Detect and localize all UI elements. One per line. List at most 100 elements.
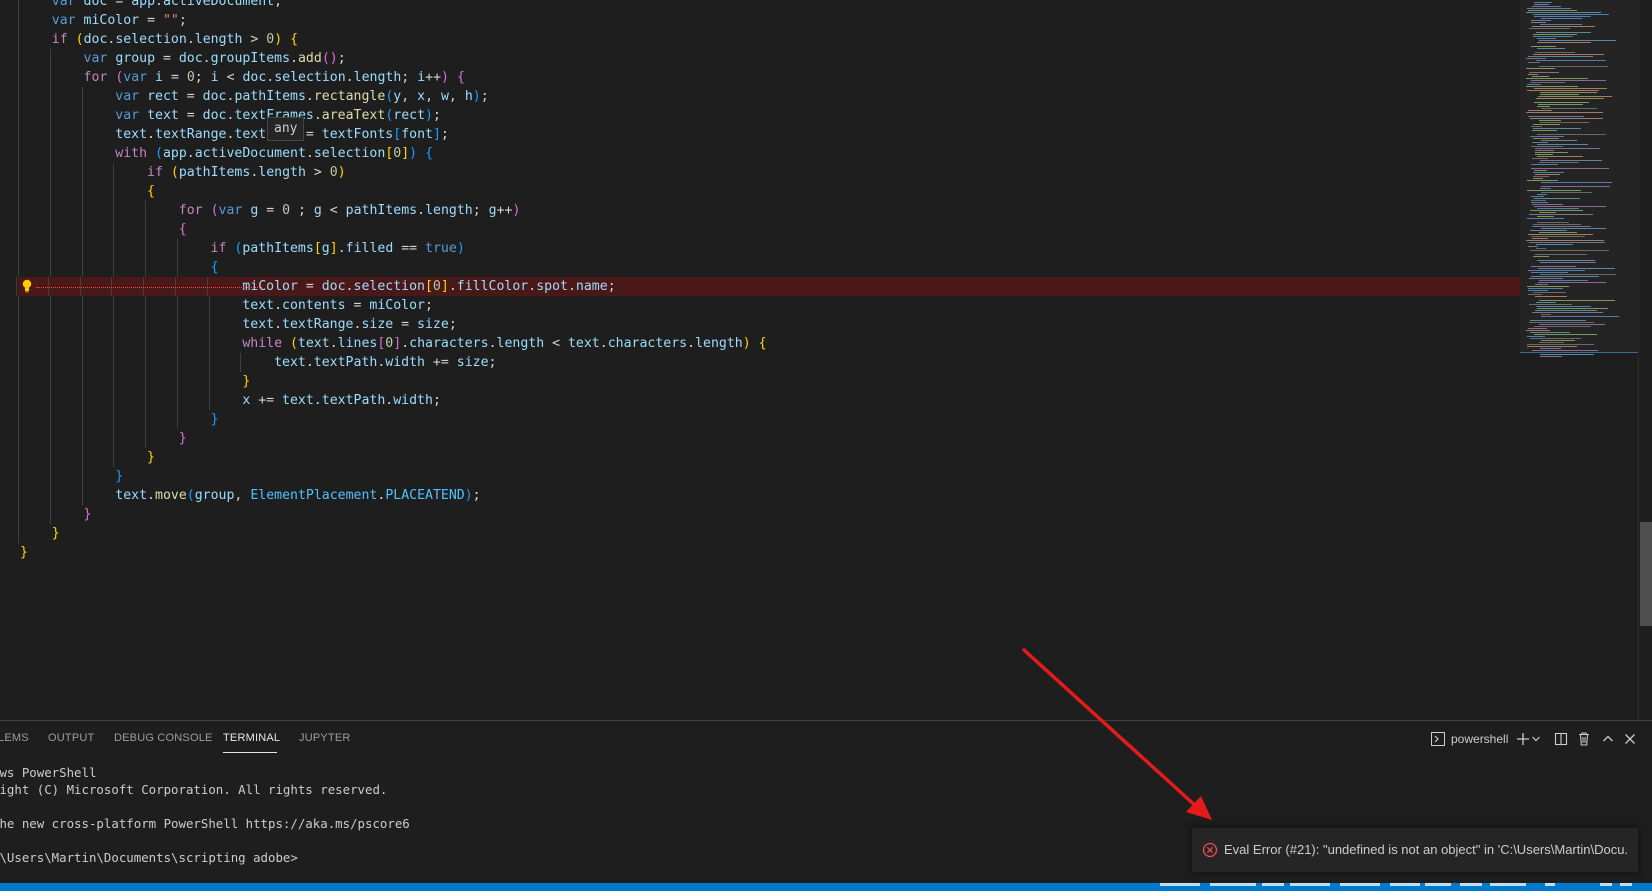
code-line[interactable]: if (pathItems[g].filled == true) [18,239,1520,258]
code-line[interactable]: var text = doc.textFrames.areaText(rect)… [18,106,1520,125]
code-line[interactable]: if (doc.selection.length > 0) { [18,30,1520,49]
code-line[interactable]: { [18,220,1520,239]
code-text: } [210,412,219,427]
code-text: var group = doc.groupItems.add(); [83,51,346,66]
status-item[interactable] [1460,883,1482,886]
status-item[interactable] [1600,883,1612,886]
lightbulb-icon[interactable] [22,279,32,293]
terminal-output[interactable]: ows PowerShell right (C) Microsoft Corpor… [0,764,410,866]
trash-icon[interactable] [1577,729,1591,749]
code-text: if (pathItems.length > 0) [147,165,346,180]
code-line[interactable]: } [18,429,1520,448]
status-item[interactable] [1340,883,1380,886]
code-line[interactable]: } [18,448,1520,467]
tab-jupyter[interactable]: JUPYTER [299,732,351,744]
code-line[interactable]: for (var g = 0 ; g < pathItems.length; g… [18,201,1520,220]
status-item[interactable] [1290,883,1330,886]
indent-guide [18,125,19,144]
close-icon[interactable] [1624,729,1636,749]
indent-guide [18,486,19,505]
code-line[interactable]: text.textRange.textFont = textFonts[font… [18,125,1520,144]
code-text: x += text.textPath.width; [242,393,441,408]
code-line[interactable]: text.textRange.size = size; [18,315,1520,334]
status-item[interactable] [1425,883,1451,886]
code-text: } [51,526,60,541]
indent-guide [18,201,19,220]
code-line[interactable]: } [18,524,1520,543]
code-line[interactable]: } [20,543,1520,562]
code-line[interactable]: text.textPath.width += size; [18,353,1520,372]
indent-guide [18,163,19,182]
code-editor[interactable]: var doc = app.activeDocument; var miColo… [0,0,1652,720]
status-item[interactable] [1490,883,1526,886]
code-text: { [178,222,187,237]
status-item[interactable] [1160,883,1200,886]
add-terminal-icon[interactable] [1516,729,1530,749]
code-line[interactable]: } [18,505,1520,524]
indent-guide [18,524,19,543]
code-line[interactable]: var miColor = ""; [18,11,1520,30]
status-item[interactable] [1262,883,1284,886]
split-terminal-icon[interactable] [1554,729,1568,749]
indent-guide [18,410,19,429]
notification-message: Eval Error (#21): "undefined is not an o… [1224,842,1629,857]
code-text: text.textPath.width += size; [274,355,497,370]
panel-tab-bar: LEMS OUTPUT DEBUG CONSOLE TERMINAL JUPYT… [0,721,1652,757]
error-squiggle [36,287,262,289]
tab-terminal[interactable]: TERMINAL [223,732,280,744]
indent-guide [18,30,19,49]
maximize-panel-icon[interactable] [1602,729,1614,749]
indent-guide [18,467,19,486]
code-line[interactable]: for (var i = 0; i < doc.selection.length… [18,68,1520,87]
code-line[interactable]: text.contents = miColor; [18,296,1520,315]
code-line[interactable]: text.move(group, ElementPlacement.PLACEA… [18,486,1520,505]
code-line[interactable]: } [18,467,1520,486]
code-line[interactable]: var doc = app.activeDocument; [18,0,1520,11]
scrollbar-thumb[interactable] [1640,522,1652,626]
code-text: var rect = doc.pathItems.rectangle(y, x,… [115,89,489,104]
code-line[interactable]: { [18,182,1520,201]
indent-guide [16,277,17,296]
indent-guide [18,182,19,201]
code-text: } [242,374,251,389]
error-notification[interactable]: Eval Error (#21): "undefined is not an o… [1192,828,1638,872]
indent-guide [18,296,19,315]
status-item[interactable] [1545,883,1555,886]
code-line[interactable]: var rect = doc.pathItems.rectangle(y, x,… [18,87,1520,106]
code-line[interactable]: } [18,372,1520,391]
terminal-profile-name[interactable]: powershell [1451,729,1508,749]
code-line[interactable]: while (text.lines[0].characters.length <… [18,334,1520,353]
code-line[interactable]: var group = doc.groupItems.add(); [18,49,1520,68]
code-line[interactable]: with (app.activeDocument.selection[0]) { [18,144,1520,163]
code-text: } [178,431,187,446]
tab-problems[interactable]: LEMS [0,732,29,744]
indent-guide [18,220,19,239]
code-text: var text = doc.textFrames.areaText(rect)… [115,108,441,123]
tab-debug-console[interactable]: DEBUG CONSOLE [114,732,213,744]
code-line[interactable]: } [18,410,1520,429]
code-text: } [20,545,28,560]
chevron-down-icon[interactable] [1531,729,1541,749]
tab-output[interactable]: OUTPUT [48,732,94,744]
indent-guide [18,372,19,391]
code-line[interactable]: { [18,258,1520,277]
code-text: { [147,184,155,199]
indent-guide [18,429,19,448]
indent-guide [18,11,19,30]
code-line[interactable]: if (pathItems.length > 0) [18,163,1520,182]
code-text: var doc = app.activeDocument; [51,0,283,9]
status-item[interactable] [1390,883,1420,886]
minimap-slider[interactable] [1520,0,1638,352]
code-text: while (text.lines[0].characters.length <… [242,336,767,351]
code-text: { [210,260,219,275]
code-text: } [83,507,92,522]
indent-guide [18,49,19,68]
status-item[interactable] [1210,883,1256,886]
code-line[interactable]: x += text.textPath.width; [18,391,1520,410]
code-text: text.move(group, ElementPlacement.PLACEA… [115,488,481,503]
indent-guide [18,391,19,410]
status-item[interactable] [1620,883,1632,886]
indent-guide [18,334,19,353]
terminal-line: ows PowerShell [0,765,97,780]
code-text: if (doc.selection.length > 0) { [51,32,299,47]
